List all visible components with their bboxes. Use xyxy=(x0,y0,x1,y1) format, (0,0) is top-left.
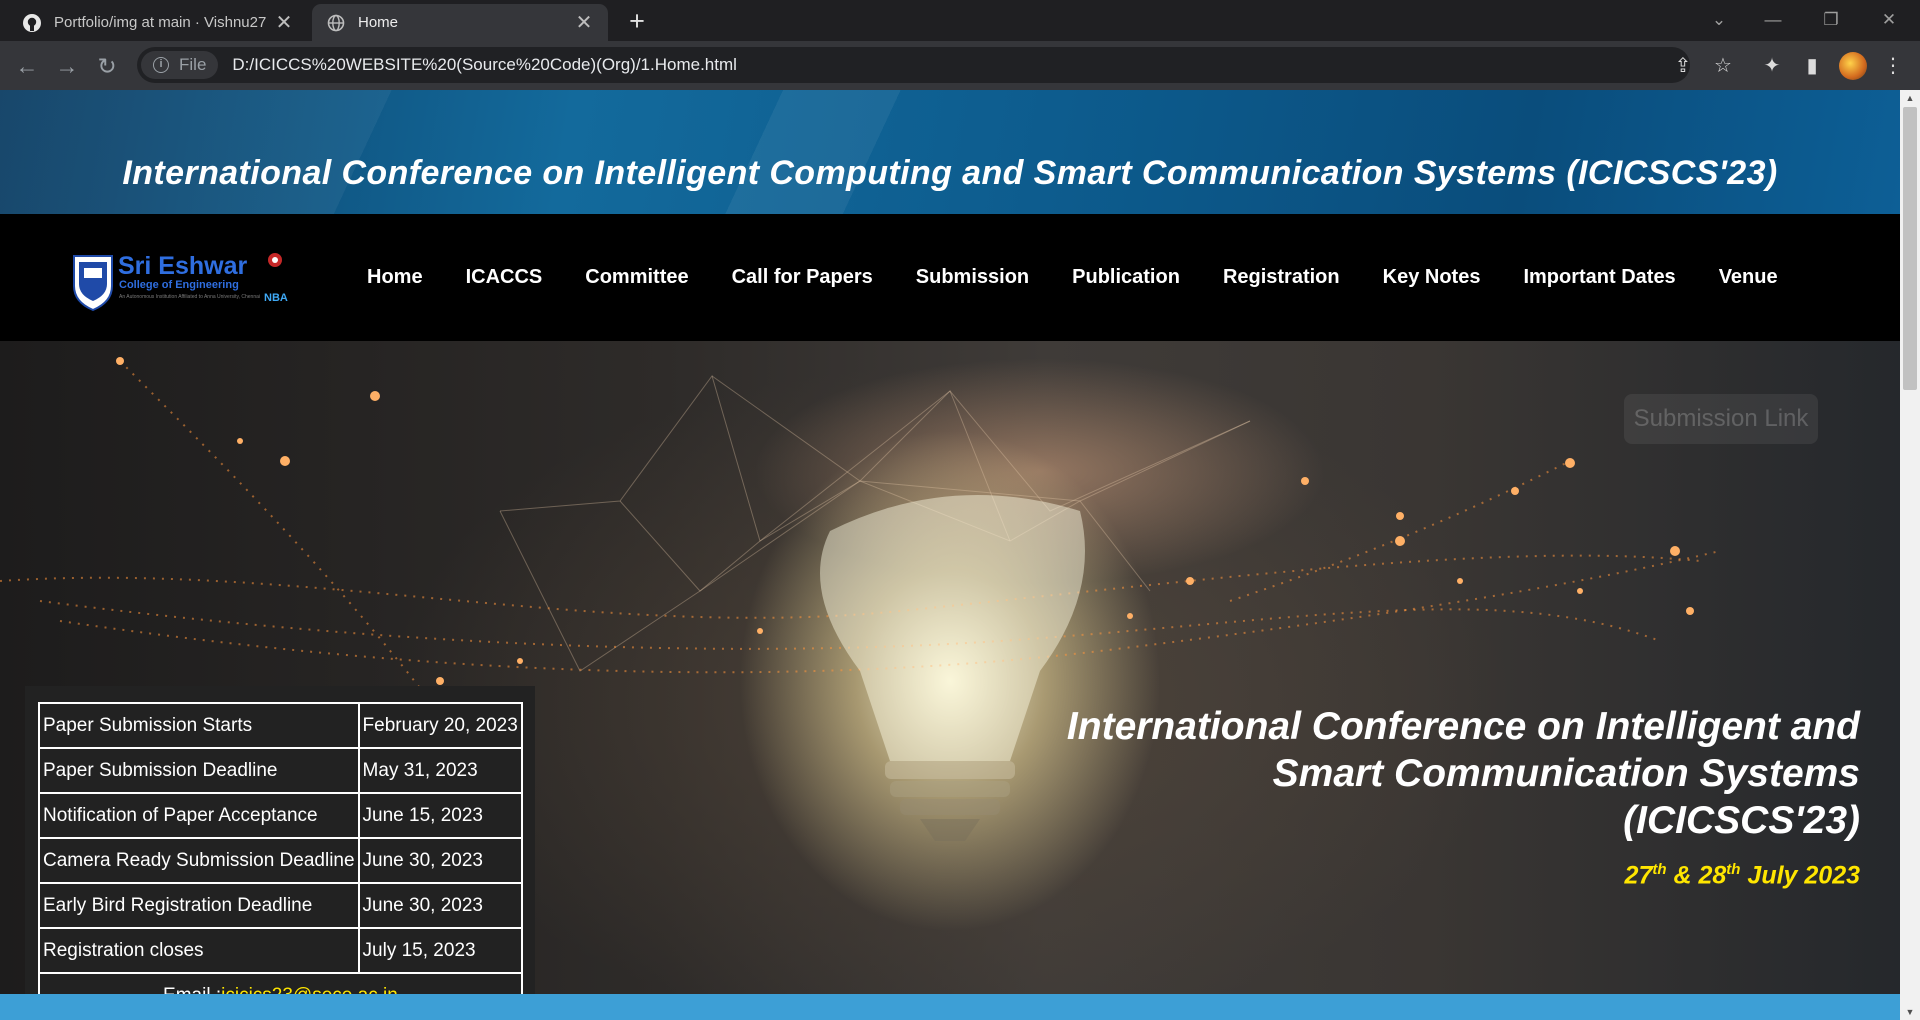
bookmark-star-icon[interactable]: ☆ xyxy=(1708,51,1738,81)
scroll-up-icon[interactable]: ▲ xyxy=(1900,90,1920,106)
tab-title: Home xyxy=(358,14,399,31)
nav-key-notes[interactable]: Key Notes xyxy=(1383,266,1481,289)
url-text[interactable]: D:/ICICCS%20WEBSITE%20(Source%20Code)(Or… xyxy=(232,55,737,75)
hero-section: Submission Link Paper Submission Starts … xyxy=(0,341,1900,994)
date-value: June 30, 2023 xyxy=(357,882,523,929)
hero-title-line: (ICICSCS'23) xyxy=(1623,799,1860,842)
table-row: Early Bird Registration Deadline June 30… xyxy=(38,882,523,929)
banner-title: International Conference on Intelligent … xyxy=(122,154,1778,192)
profile-avatar[interactable] xyxy=(1839,52,1867,80)
email-label: Email : xyxy=(163,985,221,995)
date-day: 27 xyxy=(1624,861,1653,890)
date-value: July 15, 2023 xyxy=(357,927,523,974)
page-viewport: International Conference on Intelligent … xyxy=(0,90,1900,1020)
nav-icaccs[interactable]: ICACCS xyxy=(466,266,543,289)
date-label: Registration closes xyxy=(38,927,360,974)
hero-title-line: International Conference on Intelligent … xyxy=(1066,705,1860,748)
globe-icon xyxy=(326,13,346,33)
table-row: Notification of Paper Acceptance June 15… xyxy=(38,792,523,839)
tab-home[interactable]: Home ✕ xyxy=(312,4,608,41)
address-bar[interactable]: i File D:/ICICCS%20WEBSITE%20(Source%20C… xyxy=(137,47,1690,83)
table-row: Camera Ready Submission Deadline June 30… xyxy=(38,837,523,884)
date-label: Notification of Paper Acceptance xyxy=(38,792,360,839)
conference-date: 27th & 28th July 2023 xyxy=(1625,861,1860,890)
nav-important-dates[interactable]: Important Dates xyxy=(1523,266,1675,289)
site-info-label: File xyxy=(179,55,207,74)
date-label: Early Bird Registration Deadline xyxy=(38,882,360,929)
nav-home[interactable]: Home xyxy=(367,266,423,289)
date-value: June 15, 2023 xyxy=(357,792,523,839)
tab-portfolio[interactable]: Portfolio/img at main · Vishnu27 ✕ xyxy=(8,4,308,41)
minimize-button[interactable]: — xyxy=(1750,4,1796,36)
logo-tagline: An Autonomous Institution Affiliated to … xyxy=(119,294,260,300)
close-tab-icon[interactable]: ✕ xyxy=(574,10,594,35)
nba-badge: NBA xyxy=(264,292,288,304)
date-day: 28 xyxy=(1698,861,1727,890)
forward-icon[interactable]: → xyxy=(51,50,83,82)
hero-title: International Conference on Intelligent … xyxy=(960,703,1860,844)
logo-subtitle: College of Engineering xyxy=(119,279,239,291)
back-icon[interactable]: ← xyxy=(11,50,43,82)
next-section-strip xyxy=(0,994,1900,1020)
site-info-chip[interactable]: i File xyxy=(141,51,219,79)
email-link[interactable]: icicics23@sece.ac.in xyxy=(221,985,398,995)
table-row: Paper Submission Deadline May 31, 2023 xyxy=(38,747,523,794)
date-suffix: th xyxy=(1726,861,1741,878)
nav-menu: Home ICACCS Committee Call for Papers Su… xyxy=(367,214,1821,341)
main-navbar: Sri Eshwar College of Engineering An Aut… xyxy=(0,214,1900,341)
reload-icon[interactable]: ↻ xyxy=(91,50,123,82)
submission-link-button[interactable]: Submission Link xyxy=(1624,394,1818,444)
menu-icon[interactable]: ⋮ xyxy=(1878,51,1908,81)
page-scrollbar[interactable]: ▲ ▼ xyxy=(1900,90,1920,1020)
date-suffix: th xyxy=(1652,861,1667,878)
restore-button[interactable]: ❐ xyxy=(1808,4,1854,36)
new-tab-button[interactable]: + xyxy=(622,6,652,36)
nav-submission[interactable]: Submission xyxy=(916,266,1029,289)
header-banner: International Conference on Intelligent … xyxy=(0,90,1900,214)
hero-title-line: Smart Communication Systems xyxy=(1272,752,1860,795)
nav-call-for-papers[interactable]: Call for Papers xyxy=(732,266,873,289)
nav-venue[interactable]: Venue xyxy=(1719,266,1778,289)
date-label: Camera Ready Submission Deadline xyxy=(38,837,360,884)
date-value: May 31, 2023 xyxy=(357,747,523,794)
tab-strip: Portfolio/img at main · Vishnu27 ✕ Home … xyxy=(0,0,1920,41)
nav-registration[interactable]: Registration xyxy=(1223,266,1340,289)
date-value: June 30, 2023 xyxy=(357,837,523,884)
table-row: Paper Submission Starts February 20, 202… xyxy=(38,702,523,749)
share-icon[interactable]: ⇪ xyxy=(1668,51,1698,81)
email-cell: Email :icicics23@sece.ac.in xyxy=(38,972,523,995)
browser-toolbar: ← → ↻ i File D:/ICICCS%20WEBSITE%20(Sour… xyxy=(0,41,1920,90)
date-month-year: July 2023 xyxy=(1740,861,1860,890)
date-label: Paper Submission Starts xyxy=(38,702,360,749)
github-icon xyxy=(22,13,42,33)
table-row: Email :icicics23@sece.ac.in xyxy=(38,972,523,995)
date-label: Paper Submission Deadline xyxy=(38,747,360,794)
college-logo[interactable]: Sri Eshwar College of Engineering An Aut… xyxy=(72,250,288,312)
close-tab-icon[interactable]: ✕ xyxy=(274,10,294,35)
close-window-button[interactable]: ✕ xyxy=(1866,4,1912,36)
important-dates-table: Paper Submission Starts February 20, 202… xyxy=(38,702,523,994)
important-dates-box: Paper Submission Starts February 20, 202… xyxy=(25,686,535,994)
side-panel-icon[interactable]: ▮ xyxy=(1797,51,1827,81)
nav-committee[interactable]: Committee xyxy=(585,266,688,289)
date-value: February 20, 2023 xyxy=(357,702,523,749)
date-separator: & xyxy=(1666,861,1699,890)
table-row: Registration closes July 15, 2023 xyxy=(38,927,523,974)
extensions-icon[interactable]: ✦ xyxy=(1757,51,1787,81)
scrollbar-thumb[interactable] xyxy=(1903,107,1917,390)
tab-title: Portfolio/img at main · Vishnu27 xyxy=(54,14,267,31)
nav-publication[interactable]: Publication xyxy=(1072,266,1180,289)
scroll-down-icon[interactable]: ▼ xyxy=(1900,1004,1920,1020)
tab-search-icon[interactable]: ⌄ xyxy=(1696,4,1742,36)
info-icon: i xyxy=(153,57,169,73)
logo-name: Sri Eshwar xyxy=(118,252,247,280)
